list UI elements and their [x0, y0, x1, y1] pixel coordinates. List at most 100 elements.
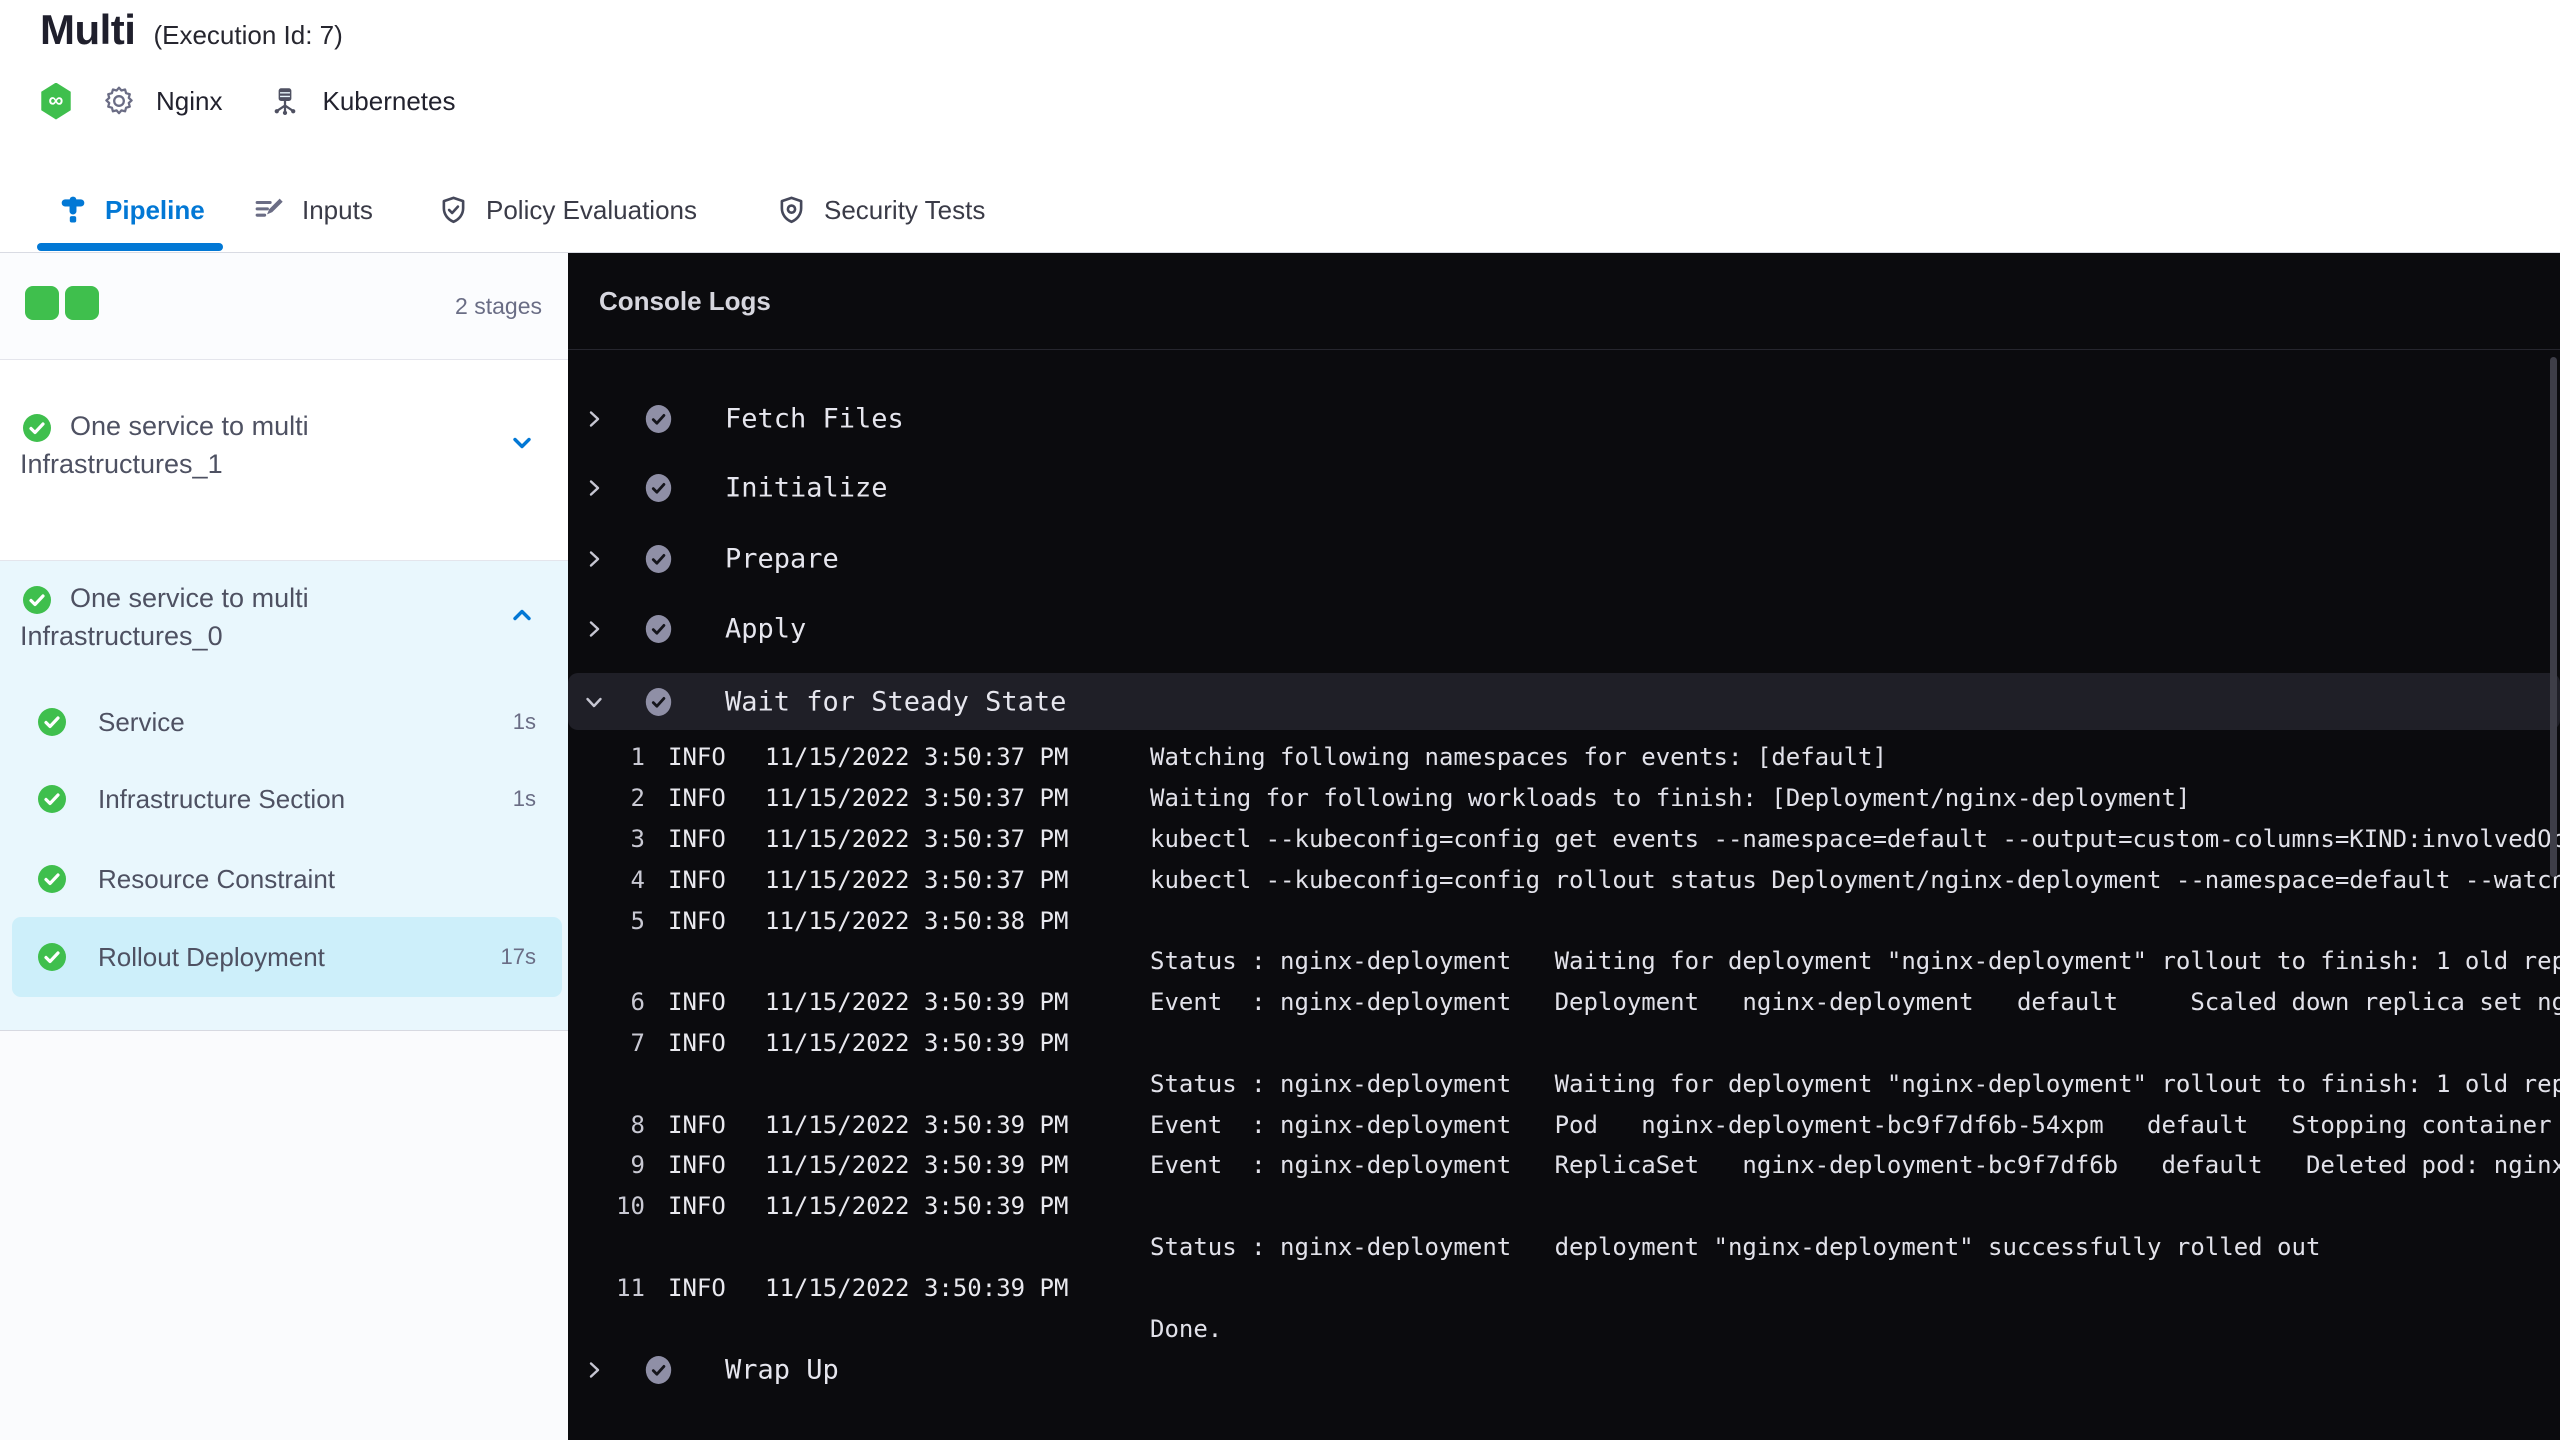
log-level: INFO: [668, 824, 726, 853]
section-label: Fetch Files: [725, 403, 904, 435]
chevron-right-icon[interactable]: [583, 477, 605, 499]
log-line: 6 INFO 11/15/2022 3:50:39 PM Event : nginx-…: [568, 982, 2560, 1023]
log-line: 10 INFO 11/15/2022 3:50:39 PM: [568, 1186, 2560, 1227]
log-line: 8 INFO 11/15/2022 3:50:39 PM Event : nginx-…: [568, 1104, 2560, 1145]
console-scrollbar-thumb[interactable]: [2550, 357, 2557, 877]
service-name: Nginx: [156, 85, 223, 116]
step-label: Rollout Deployment: [98, 942, 325, 972]
console-section-fetch-files[interactable]: Fetch Files: [568, 397, 2546, 441]
log-level: INFO: [668, 1273, 726, 1302]
log-line-number: 7: [630, 1028, 645, 1057]
log-timestamp: 11/15/2022 3:50:39 PM: [765, 988, 1069, 1017]
page-title: Multi: [40, 6, 136, 53]
chevron-down-icon[interactable]: [510, 431, 534, 455]
console-section-apply[interactable]: Apply: [568, 607, 2546, 651]
log-level: INFO: [668, 906, 726, 935]
stage-item-infrastructures-0[interactable]: One service to multi Infrastructures_0: [0, 561, 568, 681]
log-level: INFO: [668, 1028, 726, 1057]
tab-pipeline[interactable]: Pipeline: [57, 168, 205, 252]
log-level: INFO: [668, 1110, 726, 1139]
log-message: Waiting for following workloads to finis…: [1150, 784, 2191, 813]
log-line: 5 INFO 11/15/2022 3:50:38 PM: [568, 900, 2560, 941]
chevron-right-icon[interactable]: [583, 548, 605, 570]
console-section-wait-for-steady-state[interactable]: Wait for Steady State: [568, 673, 2560, 730]
chevron-down-icon[interactable]: [583, 691, 605, 713]
log-level: INFO: [668, 784, 726, 813]
log-line-number: 11: [616, 1273, 645, 1302]
log-line: Done.: [568, 1308, 2560, 1349]
step-item-resource-constraint[interactable]: Resource Constraint: [0, 839, 568, 919]
log-message: Event : nginx-deployment Deployment ngin…: [1150, 988, 2560, 1017]
step-label: Resource Constraint: [98, 864, 335, 894]
check-oval-icon: [645, 687, 672, 716]
log-level: INFO: [668, 988, 726, 1017]
log-timestamp: 11/15/2022 3:50:39 PM: [765, 1028, 1069, 1057]
console-section-initialize[interactable]: Initialize: [568, 466, 2546, 510]
check-circle-icon: [38, 943, 66, 971]
check-oval-icon: [645, 615, 672, 643]
header-meta-row: ∞ Nginx Kubernetes: [40, 80, 455, 122]
check-circle-icon: [38, 865, 66, 893]
stage-name-line1: One service to multi: [70, 583, 309, 613]
log-level: INFO: [668, 1151, 726, 1180]
section-label: Wrap Up: [725, 1354, 839, 1386]
active-tab-underline: [37, 243, 223, 251]
check-circle-icon: [38, 708, 66, 736]
console-section-wrap-up[interactable]: Wrap Up: [568, 1348, 2546, 1392]
page-header: Multi (Execution Id: 7) ∞ Nginx Kubernet…: [0, 0, 2560, 168]
log-line: Status : nginx-deployment Waiting for de…: [568, 1063, 2560, 1104]
chevron-up-icon[interactable]: [510, 603, 534, 627]
step-item-rollout-deployment[interactable]: Rollout Deployment 17s: [0, 917, 568, 997]
section-label: Wait for Steady State: [725, 686, 1067, 717]
stage-item-infrastructures-1[interactable]: One service to multi Infrastructures_1: [0, 361, 568, 560]
shield-scan-icon: [780, 196, 803, 223]
tab-security-tests[interactable]: Security Tests: [775, 168, 985, 252]
tab-label: Security Tests: [824, 194, 986, 225]
log-message: Status : nginx-deployment Waiting for de…: [1150, 947, 2560, 976]
log-message: kubectl --kubeconfig=config rollout stat…: [1150, 865, 2560, 894]
log-line-number: 6: [630, 988, 645, 1017]
log-message: Watching following namespaces for events…: [1150, 743, 1887, 772]
service-chip: Nginx: [102, 84, 222, 118]
section-label: Initialize: [725, 472, 888, 504]
log-line: 9 INFO 11/15/2022 3:50:39 PM Event : nginx-…: [568, 1145, 2560, 1186]
log-output: 1 INFO 11/15/2022 3:50:37 PM Watching follo…: [568, 737, 2560, 1349]
infinity-glyph: ∞: [48, 88, 64, 112]
tab-label: Inputs: [302, 194, 373, 225]
log-timestamp: 11/15/2022 3:50:39 PM: [765, 1110, 1069, 1139]
tab-inputs[interactable]: Inputs: [253, 168, 373, 252]
log-level: INFO: [668, 865, 726, 894]
chevron-right-icon[interactable]: [583, 408, 605, 430]
log-line-number: 8: [630, 1110, 645, 1139]
log-timestamp: 11/15/2022 3:50:38 PM: [765, 906, 1069, 935]
chevron-right-icon[interactable]: [583, 1359, 605, 1381]
infrastructure-chip: Kubernetes: [268, 84, 455, 118]
section-label: Prepare: [725, 543, 839, 575]
log-timestamp: 11/15/2022 3:50:39 PM: [765, 1273, 1069, 1302]
step-item-infrastructure-section[interactable]: Infrastructure Section 1s: [0, 759, 568, 839]
step-label: Service: [98, 707, 185, 737]
log-line-number: 5: [630, 906, 645, 935]
stage-name-line1: One service to multi: [70, 411, 309, 441]
step-duration: 1s: [512, 709, 536, 734]
log-line: 11 INFO 11/15/2022 3:50:39 PM: [568, 1267, 2560, 1308]
stage-section-infrastructures-0: One service to multi Infrastructures_0 S…: [0, 560, 568, 1030]
tab-bar: Pipeline Inputs Policy Evaluations Secur…: [0, 168, 2560, 253]
log-line: 3 INFO 11/15/2022 3:50:37 PM kubectl --kube…: [568, 819, 2560, 860]
step-label: Infrastructure Section: [98, 784, 346, 814]
log-line-number: 3: [630, 824, 645, 853]
console-section-prepare[interactable]: Prepare: [568, 537, 2546, 581]
check-circle-icon: [23, 414, 51, 442]
log-line-number: 1: [630, 743, 645, 772]
log-line-number: 10: [616, 1192, 645, 1221]
log-line: Status : nginx-deployment Waiting for de…: [568, 941, 2560, 982]
chevron-right-icon[interactable]: [583, 618, 605, 640]
stage-name-line2: Infrastructures_0: [20, 621, 223, 651]
check-oval-icon: [645, 1356, 672, 1384]
stage-count: 2 stages: [455, 293, 542, 319]
log-line-number: 9: [630, 1151, 645, 1180]
stage-name-line2: Infrastructures_1: [20, 449, 223, 479]
log-message: Event : nginx-deployment Pod nginx-deplo…: [1150, 1110, 2552, 1139]
step-item-service[interactable]: Service 1s: [0, 682, 568, 762]
tab-policy-evaluations[interactable]: Policy Evaluations: [437, 168, 697, 252]
